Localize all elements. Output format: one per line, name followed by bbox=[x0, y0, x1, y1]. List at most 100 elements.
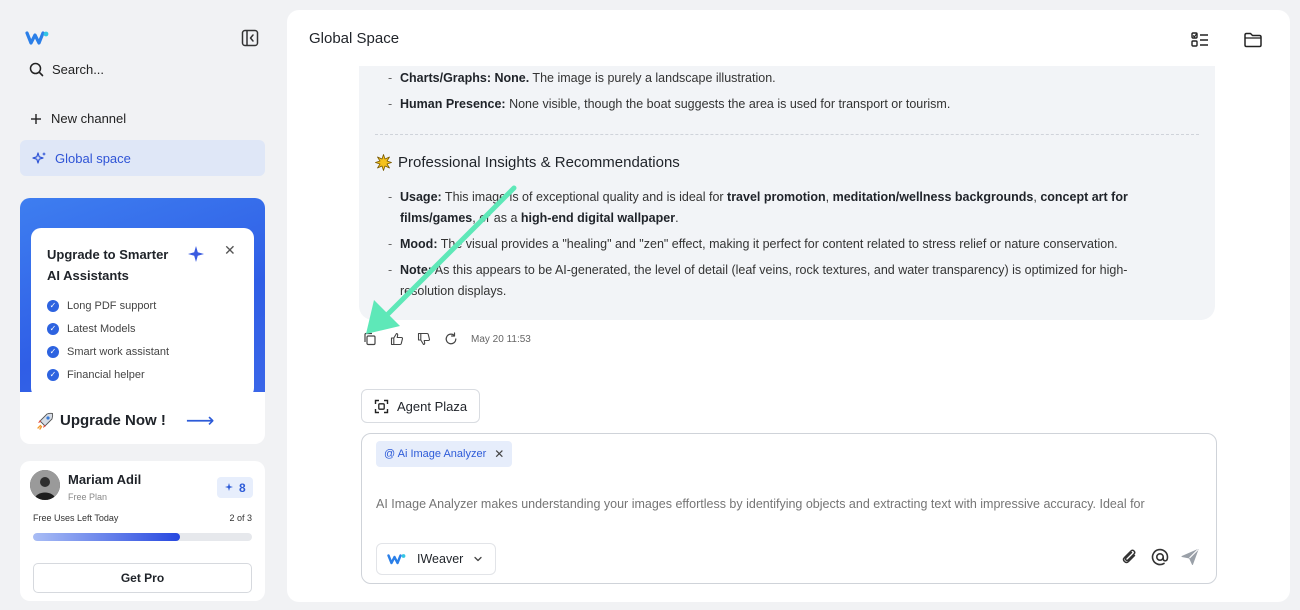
item-emphasis: meditation/wellness backgrounds bbox=[832, 190, 1034, 204]
item-key: Usage: bbox=[400, 190, 442, 204]
task-list-icon[interactable] bbox=[1190, 30, 1210, 50]
remove-agent-icon[interactable]: ✕ bbox=[494, 447, 504, 461]
plus-icon bbox=[31, 113, 41, 124]
message-input[interactable] bbox=[376, 497, 1206, 511]
item-key: Human Presence: bbox=[400, 97, 506, 111]
sparkle-icon bbox=[188, 246, 204, 262]
sparkle-emoji-icon bbox=[375, 154, 392, 171]
thumbs-down-icon[interactable] bbox=[417, 332, 431, 346]
main-panel: Global Space Charts/Graphs: None. The im… bbox=[287, 10, 1290, 602]
upgrade-title: Upgrade to Smarter AI Assistants bbox=[47, 247, 169, 283]
regenerate-icon[interactable] bbox=[444, 332, 458, 346]
free-uses-label: Free Uses Left Today bbox=[33, 513, 119, 523]
credits-badge[interactable]: 8 bbox=[217, 477, 253, 498]
sidebar: Search... New channel Global space Upgra… bbox=[0, 0, 286, 610]
feature-label: Financial helper bbox=[67, 368, 145, 381]
list-item: ✓ Financial helper bbox=[47, 363, 238, 386]
check-icon: ✓ bbox=[47, 322, 59, 335]
sidebar-item-global-space[interactable]: Global space bbox=[20, 140, 265, 176]
list-item: Mood: The visual provides a "healing" an… bbox=[386, 234, 1176, 255]
free-uses-progress bbox=[33, 533, 252, 541]
paperclip-icon[interactable] bbox=[1120, 547, 1140, 567]
item-emphasis: high-end digital wallpaper bbox=[520, 211, 676, 225]
rocket-icon bbox=[37, 412, 54, 430]
model-selector[interactable]: IWeaver bbox=[376, 543, 497, 575]
upgrade-card: Upgrade to Smarter AI Assistants ✕ ✓ Long… bbox=[20, 198, 265, 444]
message-timestamp: May 20 11:53 bbox=[471, 333, 531, 345]
list-item: Note: As this appears to be AI-generated… bbox=[386, 260, 1176, 302]
user-name: Mariam Adil bbox=[68, 472, 142, 487]
check-icon: ✓ bbox=[47, 345, 59, 358]
message-list-top: Charts/Graphs: None. The image is purely… bbox=[386, 68, 1176, 120]
item-text: The image is purely a landscape illustra… bbox=[529, 71, 776, 85]
agent-plaza-label: Agent Plaza bbox=[397, 398, 468, 414]
list-item: Human Presence: None visible, though the… bbox=[386, 94, 1176, 115]
new-channel-label: New channel bbox=[51, 111, 127, 126]
upgrade-now-button[interactable]: Upgrade Now ! ⟶ bbox=[36, 408, 215, 433]
copy-icon[interactable] bbox=[363, 332, 377, 346]
list-item: ✓ Long PDF support bbox=[47, 294, 238, 317]
item-text: As this appears to be AI-generated, the … bbox=[400, 263, 1128, 298]
message-composer: @ Ai Image Analyzer ✕ IWeaver bbox=[361, 433, 1217, 584]
section-heading: Professional Insights & Recommendations bbox=[375, 154, 680, 171]
search-label: Search... bbox=[52, 61, 105, 77]
item-key: Charts/Graphs: None. bbox=[400, 71, 530, 85]
mention-icon[interactable] bbox=[1150, 547, 1170, 567]
item-text: . bbox=[675, 211, 679, 225]
model-selector-label: IWeaver bbox=[417, 552, 464, 566]
upgrade-panel: Upgrade to Smarter AI Assistants ✕ ✓ Long… bbox=[31, 228, 254, 398]
close-icon[interactable]: ✕ bbox=[224, 242, 236, 259]
item-key: Mood: bbox=[400, 237, 438, 251]
folder-icon[interactable] bbox=[1243, 30, 1263, 50]
sparkle-icon bbox=[225, 483, 233, 491]
message-list-bottom: Usage: This image is of exceptional qual… bbox=[386, 187, 1176, 307]
feature-label: Smart work assistant bbox=[67, 345, 170, 358]
collapse-sidebar-icon[interactable] bbox=[241, 29, 259, 47]
check-icon: ✓ bbox=[47, 368, 59, 381]
agent-plaza-button[interactable]: Agent Plaza bbox=[361, 389, 481, 423]
message-actions: May 20 11:53 bbox=[363, 332, 531, 346]
upgrade-feature-list: ✓ Long PDF support ✓ Latest Models ✓ Smart … bbox=[47, 294, 238, 386]
item-emphasis: travel promotion bbox=[727, 190, 826, 204]
item-text: This image is of exceptional quality and… bbox=[441, 190, 728, 204]
scan-frame-icon bbox=[374, 399, 389, 413]
selected-agent-chip[interactable]: @ Ai Image Analyzer ✕ bbox=[376, 441, 513, 467]
agent-chip-label: @ Ai Image Analyzer bbox=[384, 448, 487, 460]
assistant-message: Charts/Graphs: None. The image is purely… bbox=[359, 66, 1215, 320]
upgrade-now-label: Upgrade Now ! bbox=[60, 412, 166, 429]
feature-label: Latest Models bbox=[67, 322, 136, 335]
item-text: The visual provides a "healing" and "zen… bbox=[437, 237, 1118, 251]
list-item: Usage: This image is of exceptional qual… bbox=[386, 187, 1176, 229]
divider bbox=[375, 134, 1199, 135]
avatar[interactable] bbox=[30, 470, 60, 500]
sparkle-icon bbox=[32, 151, 46, 164]
item-text: , bbox=[825, 190, 833, 204]
get-pro-button[interactable]: Get Pro bbox=[33, 563, 252, 593]
section-heading-text: Professional Insights & Recommendations bbox=[398, 154, 680, 171]
app-logo-icon[interactable] bbox=[25, 28, 51, 48]
check-icon: ✓ bbox=[47, 299, 59, 312]
iweaver-logo-icon bbox=[387, 554, 406, 565]
avatar-image bbox=[30, 470, 60, 500]
credits-count: 8 bbox=[239, 480, 246, 495]
feature-label: Long PDF support bbox=[67, 299, 157, 312]
thumbs-up-icon[interactable] bbox=[390, 332, 404, 346]
new-channel-button[interactable]: New channel bbox=[29, 111, 126, 126]
chevron-down-icon bbox=[474, 556, 482, 562]
profile-card: Mariam Adil Free Plan 8 Free Uses Left T… bbox=[20, 461, 265, 601]
item-key: Note: bbox=[400, 263, 432, 277]
global-space-label: Global space bbox=[55, 150, 131, 166]
list-item: ✓ Latest Models bbox=[47, 317, 238, 340]
arrow-right-icon: ⟶ bbox=[185, 410, 215, 432]
free-uses-count: 2 of 3 bbox=[229, 513, 252, 523]
search-icon bbox=[29, 62, 44, 76]
list-item: ✓ Smart work assistant bbox=[47, 340, 238, 363]
send-icon[interactable] bbox=[1180, 547, 1200, 567]
item-text: None visible, though the boat suggests t… bbox=[505, 97, 951, 111]
item-text: , or as a bbox=[472, 211, 521, 225]
free-uses-progress-fill bbox=[33, 533, 180, 541]
search-button[interactable]: Search... bbox=[29, 60, 104, 78]
user-plan: Free Plan bbox=[68, 492, 108, 502]
list-item: Charts/Graphs: None. The image is purely… bbox=[386, 68, 1176, 89]
page-title: Global Space bbox=[309, 30, 400, 47]
